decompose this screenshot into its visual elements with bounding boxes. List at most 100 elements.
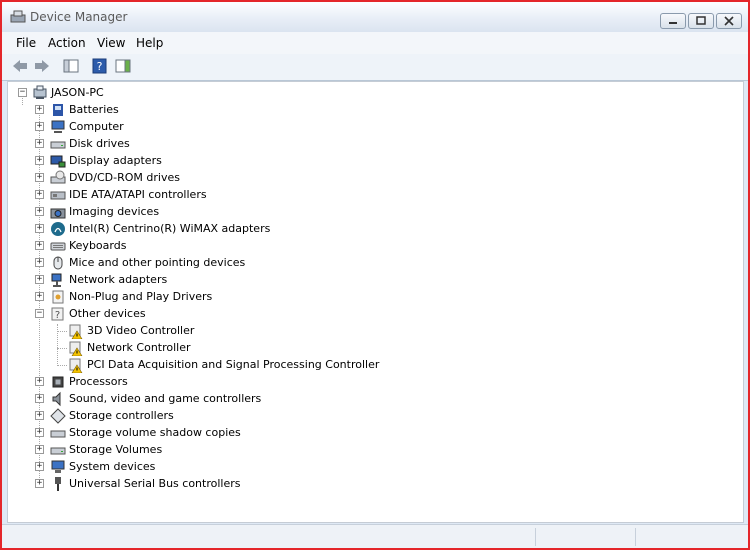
device-manager-icon bbox=[10, 10, 26, 23]
camera-icon bbox=[50, 208, 66, 219]
minimize-button[interactable] bbox=[660, 13, 686, 29]
warning-device-icon bbox=[69, 324, 83, 339]
forward-arrow-icon[interactable] bbox=[33, 58, 51, 74]
tree-item-label: Sound, video and game controllers bbox=[69, 392, 262, 405]
tree-item-other-devices[interactable]: − ? Other devices bbox=[8, 305, 708, 322]
tree-root[interactable]: − JASON-PC bbox=[8, 84, 708, 101]
tree-item-label: IDE ATA/ATAPI controllers bbox=[69, 188, 207, 201]
tree-item-label: Network adapters bbox=[69, 273, 168, 286]
tree-subitem-network-controller[interactable]: Network Controller bbox=[8, 339, 708, 356]
tree-item-storage-volumes[interactable]: + Storage Volumes bbox=[8, 441, 708, 458]
tree-item-display-adapters[interactable]: + Display adapters bbox=[8, 152, 708, 169]
expand-toggle[interactable]: + bbox=[35, 479, 44, 488]
expand-toggle[interactable]: + bbox=[35, 377, 44, 386]
expand-toggle[interactable]: + bbox=[35, 411, 44, 420]
tree-item-shadow-copies[interactable]: + Storage volume shadow copies bbox=[8, 424, 708, 441]
tree-subitem-label: PCI Data Acquisition and Signal Processi… bbox=[87, 358, 380, 371]
minimize-icon bbox=[669, 22, 677, 24]
expand-toggle[interactable]: + bbox=[35, 173, 44, 182]
tree-item-wimax-adapters[interactable]: + Intel(R) Centrino(R) WiMAX adapters bbox=[8, 220, 708, 237]
tree-item-network-adapters[interactable]: + Network adapters bbox=[8, 271, 708, 288]
tree-item-storage-controllers[interactable]: + Storage controllers bbox=[8, 407, 708, 424]
expand-toggle[interactable]: + bbox=[35, 275, 44, 284]
collapse-toggle[interactable]: − bbox=[35, 309, 44, 318]
tree-item-sound-video-game[interactable]: + Sound, video and game controllers bbox=[8, 390, 708, 407]
dvd-drive-icon bbox=[50, 170, 66, 184]
tree-subitem-label: Network Controller bbox=[87, 341, 191, 354]
menu-help[interactable]: Help bbox=[136, 36, 163, 50]
tree-item-label: Computer bbox=[69, 120, 124, 133]
tree-item-label: Storage volume shadow copies bbox=[69, 426, 241, 439]
tree-item-system-devices[interactable]: + System devices bbox=[8, 458, 708, 475]
expand-toggle[interactable]: + bbox=[35, 156, 44, 165]
expand-toggle[interactable]: + bbox=[35, 292, 44, 301]
system-device-icon bbox=[51, 460, 65, 473]
expand-toggle[interactable]: + bbox=[35, 122, 44, 131]
tree-item-label: Intel(R) Centrino(R) WiMAX adapters bbox=[69, 222, 271, 235]
show-hide-action-pane-icon[interactable] bbox=[114, 58, 132, 74]
tree-item-label: Storage Volumes bbox=[69, 443, 163, 456]
tree-item-ide-controllers[interactable]: + IDE ATA/ATAPI controllers bbox=[8, 186, 708, 203]
tree-item-processors[interactable]: + Processors bbox=[8, 373, 708, 390]
expand-toggle[interactable]: + bbox=[35, 190, 44, 199]
tree-item-label: Display adapters bbox=[69, 154, 162, 167]
expand-toggle[interactable]: + bbox=[35, 224, 44, 233]
tree-item-keyboards[interactable]: + Keyboards bbox=[8, 237, 708, 254]
title-bar[interactable]: Device Manager bbox=[2, 2, 748, 32]
expand-toggle[interactable]: + bbox=[35, 207, 44, 216]
tree-item-label: System devices bbox=[69, 460, 156, 473]
tree-item-disk-drives[interactable]: + Disk drives bbox=[8, 135, 708, 152]
menu-view[interactable]: View bbox=[97, 36, 125, 50]
expand-toggle[interactable]: + bbox=[35, 394, 44, 403]
menu-action[interactable]: Action bbox=[48, 36, 86, 50]
tree-item-mice[interactable]: + Mice and other pointing devices bbox=[8, 254, 708, 271]
tree-item-label: Imaging devices bbox=[69, 205, 160, 218]
maximize-button[interactable] bbox=[688, 13, 714, 29]
back-arrow-icon[interactable] bbox=[11, 58, 29, 74]
close-icon bbox=[724, 16, 734, 26]
usb-icon bbox=[55, 477, 61, 491]
expand-toggle[interactable]: + bbox=[35, 428, 44, 437]
expand-toggle[interactable]: + bbox=[35, 241, 44, 250]
tree-item-label: Batteries bbox=[69, 103, 119, 116]
tree-item-label: Storage controllers bbox=[69, 409, 174, 422]
expand-toggle[interactable]: + bbox=[35, 139, 44, 148]
status-bar bbox=[2, 524, 748, 548]
computer-icon bbox=[51, 120, 65, 133]
speaker-icon bbox=[52, 391, 61, 407]
svg-text:?: ? bbox=[97, 60, 103, 73]
tree-item-label: Disk drives bbox=[69, 137, 130, 150]
status-panel bbox=[535, 528, 636, 546]
expand-toggle[interactable]: + bbox=[35, 258, 44, 267]
tree-item-label: DVD/CD-ROM drives bbox=[69, 171, 180, 184]
battery-icon bbox=[53, 104, 63, 116]
close-button[interactable] bbox=[716, 13, 742, 29]
show-hide-console-tree-icon[interactable] bbox=[62, 58, 80, 74]
expand-toggle[interactable]: + bbox=[35, 445, 44, 454]
tree-subitem-3d-video-controller[interactable]: 3D Video Controller bbox=[8, 322, 708, 339]
wimax-icon bbox=[51, 222, 65, 236]
tree-subitem-pci-data-acquisition[interactable]: PCI Data Acquisition and Signal Processi… bbox=[8, 356, 708, 373]
warning-device-icon bbox=[69, 358, 83, 373]
toolbar: ? bbox=[2, 54, 748, 81]
network-adapter-icon bbox=[51, 273, 62, 287]
collapse-toggle[interactable]: − bbox=[18, 88, 27, 97]
mouse-icon bbox=[53, 256, 63, 270]
device-tree[interactable]: − JASON-PC + Batteries + Computer + Disk… bbox=[7, 81, 744, 523]
tree-item-non-plug-and-play[interactable]: + Non-Plug and Play Drivers bbox=[8, 288, 708, 305]
keyboard-icon bbox=[50, 242, 66, 251]
expand-toggle[interactable]: + bbox=[35, 105, 44, 114]
display-adapter-icon bbox=[50, 155, 66, 168]
tree-item-dvd-drives[interactable]: + DVD/CD-ROM drives bbox=[8, 169, 708, 186]
menu-file[interactable]: File bbox=[16, 36, 36, 50]
tree-item-usb-controllers[interactable]: + Universal Serial Bus controllers bbox=[8, 475, 708, 492]
unknown-device-icon: ? bbox=[51, 307, 64, 321]
tree-item-computer[interactable]: + Computer bbox=[8, 118, 708, 135]
menu-bar: File Action View Help bbox=[2, 32, 748, 54]
help-icon[interactable]: ? bbox=[91, 58, 109, 74]
tree-item-imaging-devices[interactable]: + Imaging devices bbox=[8, 203, 708, 220]
tree-item-batteries[interactable]: + Batteries bbox=[8, 101, 708, 118]
tree-item-label: Mice and other pointing devices bbox=[69, 256, 246, 269]
device-manager-window: Device Manager File Action View Help ? −… bbox=[0, 0, 750, 550]
expand-toggle[interactable]: + bbox=[35, 462, 44, 471]
